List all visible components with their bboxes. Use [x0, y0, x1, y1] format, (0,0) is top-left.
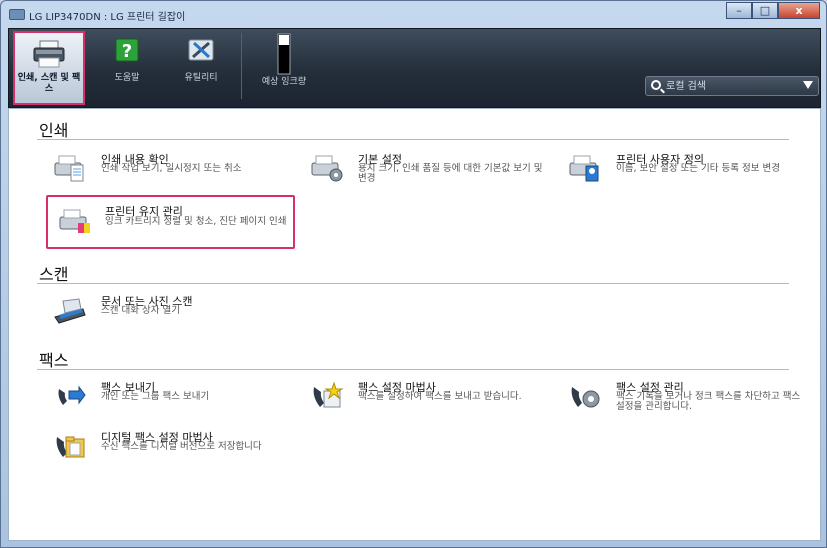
toolbar-separator	[241, 33, 242, 99]
search-icon	[651, 80, 661, 90]
item-scan-document[interactable]: 문서 또는 사진 스캔 스캔 대화 상자 열기	[49, 291, 294, 331]
tab-print-scan-fax-label: 인쇄, 스캔 및 팩스	[17, 73, 81, 94]
main-content: 인쇄 인쇄 내용 확인 인쇄 작업 보기, 일시정지 또는 취소 기본 설정 용…	[8, 108, 821, 541]
scanner-icon	[53, 295, 87, 325]
section-title-print: 인쇄	[39, 121, 69, 140]
item-desc: 팩스 기록을 보거나 정크 팩스를 차단하고 팩스 설정을 관리합니다.	[616, 391, 801, 412]
title-bar[interactable]: LG LIP3470DN : LG 프린터 길잡이 – □ x	[1, 1, 826, 27]
item-desc: 이름, 보안 설정 또는 기타 등록 정보 변경	[616, 163, 780, 174]
printer-user-icon	[568, 153, 602, 183]
item-digital-fax-wizard[interactable]: 디지털 팩스 설정 마법사 수신 팩스를 디지털 버전으로 저장합니다	[49, 427, 294, 467]
item-desc: 용지 크기, 인쇄 품질 등에 대한 기본값 보기 및 변경	[358, 163, 543, 184]
local-search[interactable]	[645, 76, 819, 96]
item-preferences[interactable]: 기본 설정 용지 크기, 인쇄 품질 등에 대한 기본값 보기 및 변경	[306, 149, 551, 189]
close-icon: x	[795, 4, 803, 17]
item-fax-setup-wizard[interactable]: 팩스 설정 마법사 팩스를 설정하여 팩스를 보내고 받습니다.	[306, 377, 551, 417]
dropdown-arrow-icon[interactable]	[803, 81, 813, 89]
item-desc: 수신 팩스를 디지털 버전으로 저장합니다	[101, 441, 262, 452]
help-icon: ?	[111, 37, 143, 67]
toolbar: 인쇄, 스캔 및 팩스 ? 도움말 유틸리티 예상 잉크량 로컬 검색	[8, 28, 821, 108]
printer-maintenance-icon	[58, 207, 92, 237]
app-icon	[9, 9, 25, 20]
app-window: LG LIP3470DN : LG 프린터 길잡이 – □ x 인쇄, 스캔 및…	[0, 0, 827, 548]
tab-ink-levels-label: 예상 잉크량	[261, 77, 307, 87]
window-title: LG LIP3470DN : LG 프린터 길잡이	[29, 12, 186, 23]
fax-wizard-icon	[310, 381, 344, 411]
item-maintain-printer[interactable]: 프린터 유지 관리 잉크 카트리지 정렬 및 청소, 진단 페이지 인쇄	[46, 195, 295, 249]
tab-help[interactable]: ? 도움말	[97, 31, 157, 105]
ink-level-icon	[277, 33, 291, 75]
svg-text:?: ?	[122, 41, 132, 62]
tools-icon	[185, 37, 217, 67]
send-fax-icon	[53, 381, 87, 411]
tab-utilities-label: 유틸리티	[184, 73, 218, 83]
minimize-icon: –	[736, 4, 742, 17]
maximize-icon: □	[759, 4, 771, 17]
item-desc: 팩스를 설정하여 팩스를 보내고 받습니다.	[358, 391, 522, 402]
tab-utilities[interactable]: 유틸리티	[169, 31, 233, 105]
fax-settings-icon	[568, 381, 602, 411]
section-divider	[37, 139, 789, 140]
maximize-button[interactable]: □	[752, 2, 778, 19]
item-customize-printer[interactable]: 프린터 사용자 정의 이름, 보안 설정 또는 기타 등록 정보 변경	[564, 149, 809, 189]
print-queue-icon	[53, 153, 87, 183]
digital-fax-icon	[53, 431, 87, 461]
section-divider	[37, 369, 789, 370]
printer-settings-icon	[310, 153, 344, 183]
search-input[interactable]	[666, 79, 796, 94]
minimize-button[interactable]: –	[726, 2, 752, 19]
item-print-queue[interactable]: 인쇄 내용 확인 인쇄 작업 보기, 일시정지 또는 취소	[49, 149, 294, 189]
item-send-fax[interactable]: 팩스 보내기 개인 또는 그룹 팩스 보내기	[49, 377, 294, 417]
tab-ink-levels[interactable]: 예상 잉크량	[249, 31, 319, 105]
tab-print-scan-fax[interactable]: 인쇄, 스캔 및 팩스	[13, 31, 85, 105]
close-button[interactable]: x	[778, 2, 820, 19]
item-desc: 잉크 카트리지 정렬 및 청소, 진단 페이지 인쇄	[105, 216, 287, 227]
window-controls: – □ x	[726, 2, 820, 19]
item-desc: 개인 또는 그룹 팩스 보내기	[101, 391, 210, 402]
section-title-scan: 스캔	[39, 265, 69, 284]
section-divider	[37, 283, 789, 284]
item-desc: 스캔 대화 상자 열기	[101, 305, 180, 316]
section-title-fax: 팩스	[39, 351, 69, 370]
tab-help-label: 도움말	[114, 73, 140, 83]
printer-icon	[33, 39, 65, 69]
item-manage-fax-settings[interactable]: 팩스 설정 관리 팩스 기록을 보거나 정크 팩스를 차단하고 팩스 설정을 관…	[564, 377, 809, 417]
item-desc: 인쇄 작업 보기, 일시정지 또는 취소	[101, 163, 242, 174]
